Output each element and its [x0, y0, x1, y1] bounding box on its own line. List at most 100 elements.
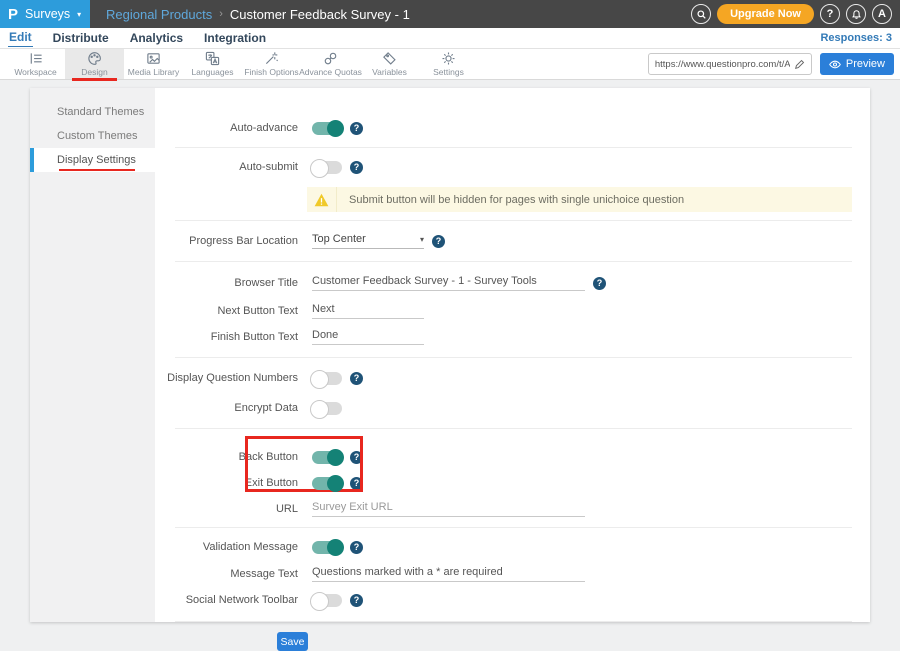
browser-title-input[interactable]: [312, 275, 585, 291]
finish-button-text-input[interactable]: [312, 329, 424, 345]
questionpro-logo-icon: P: [8, 7, 18, 22]
save-button[interactable]: Save: [277, 632, 308, 651]
back-exit-section: Back Button ? Exit Button ? URL: [155, 434, 870, 522]
validation-message-row: Validation Message ?: [155, 533, 870, 561]
toolbar-tab-label: Design: [81, 67, 107, 77]
toolbar-tab-media-library[interactable]: Media Library: [124, 49, 183, 79]
next-button-text-label: Next Button Text: [155, 305, 298, 317]
help-icon[interactable]: ?: [350, 372, 363, 385]
validation-message-label: Validation Message: [155, 541, 298, 553]
breadcrumb-separator-icon: ›: [219, 8, 223, 20]
design-sidebar: Standard Themes Custom Themes Display Se…: [30, 88, 155, 622]
warning-text: Submit button will be hidden for pages w…: [337, 194, 684, 206]
toolbar-tab-advance-quotas[interactable]: Advance Quotas: [301, 49, 360, 79]
exit-url-label: URL: [155, 503, 298, 515]
toolbar-tab-label: Advance Quotas: [299, 67, 362, 77]
pencil-icon[interactable]: [794, 59, 805, 70]
nav-tab-edit[interactable]: Edit: [8, 29, 33, 47]
bell-icon: [851, 9, 862, 20]
validation-message-toggle[interactable]: [312, 541, 342, 554]
search-button[interactable]: [691, 4, 711, 24]
auto-advance-toggle[interactable]: [312, 122, 342, 135]
help-icon[interactable]: ?: [350, 451, 363, 464]
selected-value: Top Center: [312, 233, 366, 245]
preview-button[interactable]: Preview: [820, 53, 894, 75]
toolbar-tab-label: Settings: [433, 67, 464, 77]
gear-icon: [441, 51, 456, 66]
main-nav: Edit Distribute Analytics Integration Re…: [0, 28, 900, 49]
account-avatar[interactable]: A: [872, 4, 892, 24]
auto-advance-row: Auto-advance ?: [155, 114, 870, 142]
auto-submit-toggle[interactable]: [312, 161, 342, 174]
exit-url-input[interactable]: [312, 501, 585, 517]
auto-advance-label: Auto-advance: [155, 122, 298, 134]
topbar: P Surveys ▾ Regional Products › Customer…: [0, 0, 900, 28]
toolbar-tab-design[interactable]: Design: [65, 49, 124, 79]
nav-tab-analytics[interactable]: Analytics: [129, 30, 184, 47]
toolbar-tab-label: Languages: [191, 67, 233, 77]
exit-url-row: URL: [155, 496, 870, 522]
help-icon[interactable]: ?: [350, 122, 363, 135]
help-icon[interactable]: ?: [432, 235, 445, 248]
edit-toolbar: Workspace Design Media Library Languages…: [0, 49, 900, 80]
progress-bar-location-select[interactable]: Top Center ▾: [312, 233, 424, 249]
breadcrumb-folder[interactable]: Regional Products: [106, 7, 212, 22]
toolbar-tab-finish-options[interactable]: Finish Options: [242, 49, 301, 79]
exit-button-toggle[interactable]: [312, 477, 342, 490]
back-button-row: Back Button ?: [155, 444, 870, 470]
browser-title-row: Browser Title ?: [155, 268, 870, 298]
toolbar-tab-label: Finish Options: [244, 67, 298, 77]
survey-url-box: [648, 53, 812, 75]
divider: [175, 357, 852, 358]
links-icon: [323, 51, 338, 66]
toolbar-tab-languages[interactable]: Languages: [183, 49, 242, 79]
breadcrumb-current: Customer Feedback Survey - 1: [230, 7, 410, 22]
help-icon[interactable]: ?: [350, 161, 363, 174]
nav-tab-distribute[interactable]: Distribute: [52, 30, 110, 47]
design-settings-card: Standard Themes Custom Themes Display Se…: [30, 88, 870, 622]
responses-count[interactable]: Responses: 3: [820, 32, 892, 44]
notifications-button[interactable]: [846, 4, 866, 24]
encrypt-data-toggle[interactable]: [312, 402, 342, 415]
preview-button-label: Preview: [846, 58, 885, 70]
toolbar-right: Preview: [648, 49, 894, 79]
encrypt-data-label: Encrypt Data: [155, 402, 298, 414]
help-icon[interactable]: ?: [350, 594, 363, 607]
next-button-text-input[interactable]: [312, 303, 424, 319]
back-button-toggle[interactable]: [312, 451, 342, 464]
social-network-toolbar-toggle[interactable]: [312, 594, 342, 607]
finish-button-text-label: Finish Button Text: [155, 331, 298, 343]
chevron-down-icon: ▾: [77, 10, 81, 19]
sidebar-item-standard-themes[interactable]: Standard Themes: [30, 100, 155, 124]
auto-submit-row: Auto-submit ?: [155, 153, 870, 181]
display-question-numbers-toggle[interactable]: [312, 372, 342, 385]
message-text-input[interactable]: [312, 566, 585, 582]
survey-url-input[interactable]: [655, 59, 790, 70]
divider: [175, 621, 852, 622]
help-button[interactable]: ?: [820, 4, 840, 24]
surveys-product-menu[interactable]: P Surveys ▾: [0, 0, 90, 28]
caret-down-icon: ▾: [420, 235, 424, 244]
social-network-toolbar-label: Social Network Toolbar: [155, 594, 298, 606]
divider: [175, 527, 852, 528]
nav-tab-integration[interactable]: Integration: [203, 30, 267, 47]
toolbar-tab-workspace[interactable]: Workspace: [6, 49, 65, 79]
help-icon[interactable]: ?: [350, 477, 363, 490]
eye-icon: [829, 60, 841, 69]
exit-button-label: Exit Button: [155, 477, 298, 489]
upgrade-now-button[interactable]: Upgrade Now: [717, 4, 814, 24]
product-menu-label: Surveys: [25, 7, 70, 21]
next-button-text-row: Next Button Text: [155, 298, 870, 324]
progress-bar-location-label: Progress Bar Location: [155, 235, 298, 247]
sidebar-item-display-settings[interactable]: Display Settings: [30, 148, 155, 172]
help-icon[interactable]: ?: [593, 277, 606, 290]
toolbar-tab-settings[interactable]: Settings: [419, 49, 478, 79]
auto-submit-label: Auto-submit: [155, 161, 298, 173]
toolbar-tab-variables[interactable]: Variables: [360, 49, 419, 79]
divider: [175, 261, 852, 262]
annotation-display-settings-underline: [59, 169, 135, 171]
progress-bar-location-row: Progress Bar Location Top Center ▾ ?: [155, 226, 870, 256]
palette-icon: [87, 51, 102, 66]
sidebar-item-custom-themes[interactable]: Custom Themes: [30, 124, 155, 148]
help-icon[interactable]: ?: [350, 541, 363, 554]
